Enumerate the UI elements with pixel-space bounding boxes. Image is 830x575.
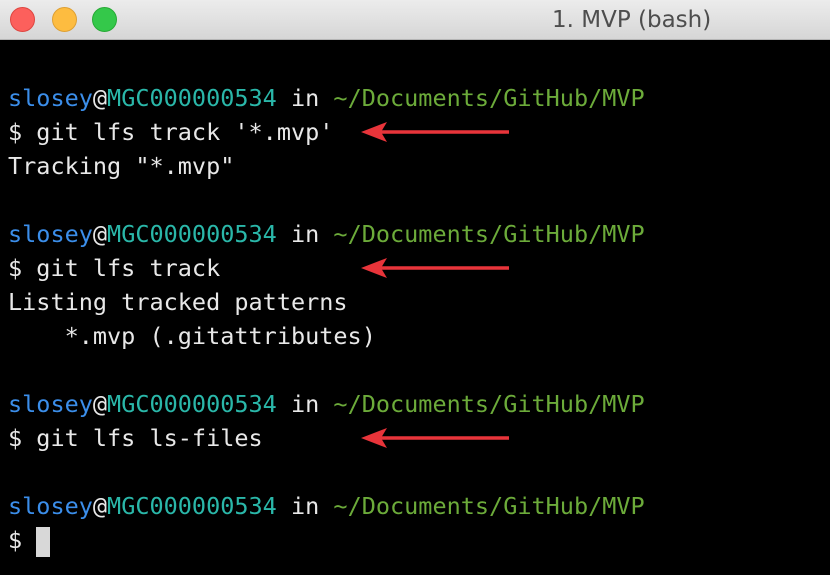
minimize-button[interactable] [52, 7, 77, 32]
output-line: Listing tracked patterns [8, 288, 348, 316]
prompt-line: slosey@MGC000000534 in ~/Documents/GitHu… [8, 387, 645, 421]
prompt-in: in [276, 390, 334, 418]
title-bar[interactable]: 1. MVP (bash) [0, 0, 830, 40]
window-title: 1. MVP (bash) [552, 7, 712, 33]
prompt-host: MGC000000534 [107, 220, 277, 248]
prompt-in: in [276, 84, 334, 112]
prompt-host: MGC000000534 [107, 84, 277, 112]
red-left-arrow-icon [361, 122, 509, 142]
terminal-output[interactable]: slosey@MGC000000534 in ~/Documents/GitHu… [0, 40, 830, 575]
zoom-button[interactable] [92, 7, 117, 32]
prompt-path: ~/Documents/GitHub/MVP [333, 492, 645, 520]
active-prompt-line[interactable]: $ [8, 523, 51, 557]
prompt-line: slosey@MGC000000534 in ~/Documents/GitHu… [8, 217, 645, 251]
prompt-host: MGC000000534 [107, 492, 277, 520]
prompt-at: @ [92, 84, 108, 112]
command-line: $ git lfs track [8, 254, 221, 282]
command-line: $ git lfs ls-files [8, 424, 263, 452]
prompt-path: ~/Documents/GitHub/MVP [333, 220, 645, 248]
red-left-arrow-icon [361, 428, 509, 448]
close-button[interactable] [10, 7, 35, 32]
prompt-path: ~/Documents/GitHub/MVP [333, 390, 645, 418]
output-line: Tracking "*.mvp" [8, 152, 235, 180]
prompt-user: slosey [8, 492, 93, 520]
prompt-symbol: $ [8, 526, 23, 554]
command-line: $ git lfs track '*.mvp' [8, 118, 334, 146]
prompt-at: @ [92, 492, 108, 520]
prompt-in: in [276, 492, 334, 520]
prompt-host: MGC000000534 [107, 390, 277, 418]
red-left-arrow-icon [361, 258, 509, 278]
prompt-at: @ [92, 390, 108, 418]
prompt-user: slosey [8, 84, 93, 112]
output-line: *.mvp (.gitattributes) [8, 322, 376, 350]
prompt-line: slosey@MGC000000534 in ~/Documents/GitHu… [8, 81, 645, 115]
prompt-user: slosey [8, 220, 93, 248]
text-cursor [36, 526, 51, 557]
prompt-in: in [276, 220, 334, 248]
terminal-window: 1. MVP (bash) slosey@MGC000000534 in ~/D… [0, 0, 830, 575]
prompt-at: @ [92, 220, 108, 248]
prompt-user: slosey [8, 390, 93, 418]
prompt-path: ~/Documents/GitHub/MVP [333, 84, 645, 112]
prompt-line: slosey@MGC000000534 in ~/Documents/GitHu… [8, 489, 645, 523]
